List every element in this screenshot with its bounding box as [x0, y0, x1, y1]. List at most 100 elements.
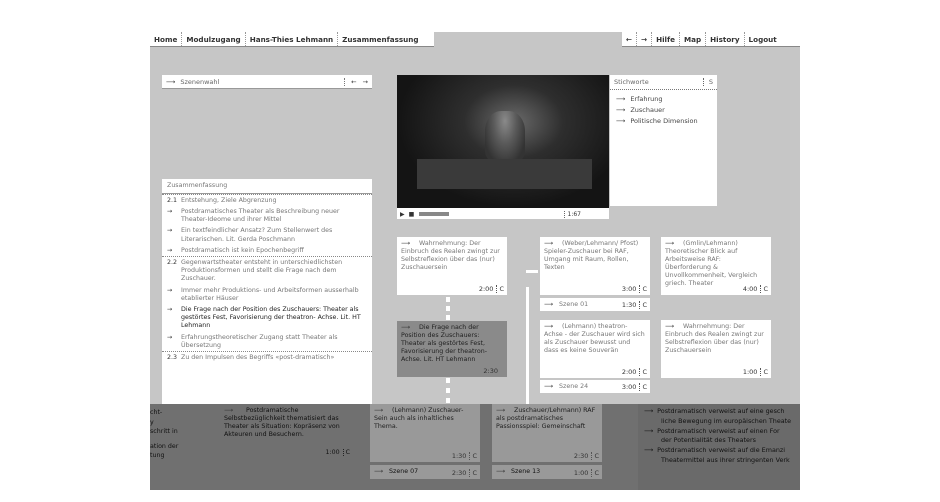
c-button[interactable]: C: [760, 368, 768, 376]
arrow-icon: →: [167, 207, 173, 215]
c-button[interactable]: C: [496, 285, 504, 293]
clip-box[interactable]: ⟶ (Gmlin/Lehmann) Theoretischer Blick au…: [661, 237, 771, 295]
szenenwahl-label: Szenenwahl: [180, 77, 220, 86]
summary-text: Ein textfeindlicher Ansatz? Zum Stellenw…: [181, 227, 333, 243]
clip-box-active[interactable]: ⟶ Die Frage nach der Position des Zuscha…: [397, 321, 507, 377]
arrow-icon: ⟶: [644, 426, 654, 435]
arrow-icon: ⟶: [665, 240, 677, 247]
scene-link[interactable]: ⟶ Szene 13 1:00 C: [492, 465, 602, 479]
video-frame[interactable]: [397, 75, 609, 208]
module-stage: Home Modulzugang Hans-Thies Lehmann Zusa…: [150, 32, 800, 490]
summary-point[interactable]: → Erfahrungstheoretischer Zugang statt Th…: [162, 332, 372, 351]
connector-line: [526, 270, 538, 273]
summary-point[interactable]: → Ein textfeindlicher Ansatz? Zum Stellen…: [162, 226, 372, 245]
arrow-icon: ⟶: [544, 383, 554, 390]
summary-section-heading[interactable]: 2.2 Gegenwartstheater entsteht in untersc…: [162, 256, 372, 285]
arrow-icon: ⟶: [544, 323, 556, 330]
arrow-icon: ⟶: [374, 468, 384, 475]
arrow-icon: ⟶: [616, 106, 626, 114]
summary-text: Gegenwartstheater entsteht in unterschie…: [181, 258, 343, 283]
c-button[interactable]: C: [639, 368, 647, 376]
connector-line: [446, 398, 450, 403]
arrow-icon: ⟶: [401, 240, 413, 247]
nav-zusammenfassung[interactable]: Zusammenfassung: [338, 32, 422, 46]
summary-section-heading[interactable]: 2.1 Entstehung, Ziele Abgrenzung: [162, 194, 372, 206]
clip-box[interactable]: ⟶ (Lehmann) theatron-Achse - der Zuschau…: [540, 320, 650, 378]
summary-text: Zu den Impulsen des Begriffs «post-drama…: [181, 353, 335, 361]
summary-point[interactable]: ⟶ Postdramatisch verweist auf eine gesch: [644, 407, 800, 417]
scene-link[interactable]: ⟶ Szene 01 1:30 C: [540, 298, 650, 311]
summary-text: Entstehung, Ziele Abgrenzung: [181, 196, 277, 204]
video-time: 1:67: [563, 210, 581, 218]
bottom-clip[interactable]: ⟶ Zuschauer/Lehmann) RAF als postdramati…: [492, 404, 602, 462]
stichwort-item[interactable]: ⟶ Erfahrung: [616, 94, 717, 105]
scene-link[interactable]: ⟶ Szene 24 3:00 C: [540, 380, 650, 393]
section-number: 2.1: [167, 196, 178, 204]
c-button[interactable]: C: [591, 452, 599, 460]
connector-line: [446, 315, 450, 320]
summary-text: Postdramatisches Theater als Beschreibun…: [181, 207, 340, 224]
arrow-icon: →: [167, 227, 173, 235]
bottom-clip[interactable]: ⟶ (Lehmann) Zuschauer-Sein auch als inha…: [370, 404, 480, 462]
nav-modulzugang[interactable]: Modulzugang: [182, 32, 246, 46]
progress-bar[interactable]: [419, 212, 450, 216]
arrow-icon: ⟶: [224, 407, 236, 414]
summary-point[interactable]: ⟶ Postdramatisch verweist auf die Emanzi: [644, 446, 800, 456]
bottom-left-fragments: cht- y schritt in ation der tung: [150, 409, 179, 459]
c-button[interactable]: C: [469, 469, 477, 477]
c-button[interactable]: C: [639, 301, 647, 309]
c-button[interactable]: C: [469, 452, 477, 460]
c-button[interactable]: C: [639, 285, 647, 293]
video-panel: ▶ ■ 1:67: [397, 75, 609, 219]
stop-icon[interactable]: ■: [409, 211, 415, 218]
nav-logout[interactable]: Logout: [745, 32, 781, 46]
main-nav: Home Modulzugang Hans-Thies Lehmann Zusa…: [150, 32, 434, 47]
summary-title: Zusammenfassung: [162, 179, 372, 195]
prev-scene-icon[interactable]: ←: [344, 77, 357, 86]
summary-text: Die Frage nach der Position des Zuschaue…: [181, 305, 361, 330]
c-button[interactable]: C: [639, 383, 647, 391]
section-number: 2.3: [167, 353, 178, 361]
forward-arrow-icon[interactable]: →: [637, 32, 653, 46]
next-scene-icon[interactable]: →: [363, 78, 368, 86]
c-button[interactable]: C: [591, 469, 599, 477]
stichwort-item[interactable]: ⟶ Politische Dimension: [616, 116, 717, 127]
summary-point[interactable]: ⟶ Postdramatisch verweist auf einen For: [644, 427, 800, 437]
arrow-icon: ⟶: [644, 446, 654, 455]
szenenwahl-bar[interactable]: ⟶ Szenenwahl ← →: [162, 75, 372, 89]
c-button[interactable]: C: [760, 285, 768, 293]
summary-point[interactable]: → Die Frage nach der Position des Zuschau…: [162, 304, 372, 332]
nav-home[interactable]: Home: [150, 32, 183, 46]
back-arrow-icon[interactable]: ←: [622, 32, 638, 46]
summary-text: Immer mehr Produktions- und Arbeitsforme…: [181, 286, 359, 302]
connector-line: [446, 388, 450, 393]
bottom-clip[interactable]: ⟶ Postdramatische Selbstbezüglichkeit th…: [224, 407, 352, 456]
arrow-icon: ⟶: [544, 301, 554, 308]
arrow-icon: ⟶: [374, 407, 386, 414]
stichworte-s-button[interactable]: S: [702, 78, 713, 86]
stichwort-item[interactable]: ⟶ Zuschauer: [616, 105, 717, 116]
connector-line: [526, 287, 529, 417]
summary-point[interactable]: → Immer mehr Produktions- und Arbeitsform…: [162, 285, 372, 304]
scene-link[interactable]: ⟶ Szene 07 2:30 C: [370, 465, 480, 479]
summary-point[interactable]: → Postdramatisch ist kein Epochenbegriff: [162, 245, 372, 256]
nav-map[interactable]: Map: [680, 32, 707, 46]
clip-box[interactable]: ⟶ Wahrnehmung: Der Einbruch des Realen z…: [661, 320, 771, 378]
summary-panel: Zusammenfassung 2.1 Entstehung, Ziele Abg…: [162, 179, 372, 409]
connector-line: [446, 378, 450, 383]
nav-hilfe[interactable]: Hilfe: [652, 32, 681, 46]
nav-history[interactable]: History: [706, 32, 745, 46]
nav-lehmann[interactable]: Hans-Thies Lehmann: [246, 32, 339, 46]
arrow-icon: ⟶: [401, 324, 413, 331]
stichworte-title: Stichworte: [614, 78, 649, 86]
bottom-right-summary: ⟶ Postdramatisch verweist auf eine gesch …: [638, 404, 800, 490]
clip-box[interactable]: ⟶ (Weber/Lehmann/ Pfost) Spieler-Zuschau…: [540, 237, 650, 295]
play-icon[interactable]: ▶: [400, 211, 405, 218]
summary-text: Erfahrungstheoretischer Zugang statt The…: [181, 333, 338, 349]
c-button[interactable]: C: [342, 449, 350, 456]
summary-point[interactable]: → Postdramatisches Theater als Beschreibu…: [162, 206, 372, 225]
stichworte-panel: Stichworte S ⟶ Erfahrung ⟶ Zuschauer ⟶ Poli…: [610, 75, 717, 206]
summary-section-heading[interactable]: 2.3 Zu den Impulsen des Begriffs «post-dr…: [162, 351, 372, 363]
arrow-icon: ⟶: [616, 117, 626, 125]
clip-box[interactable]: ⟶ Wahrnehmung: Der Einbruch des Realen z…: [397, 237, 507, 295]
